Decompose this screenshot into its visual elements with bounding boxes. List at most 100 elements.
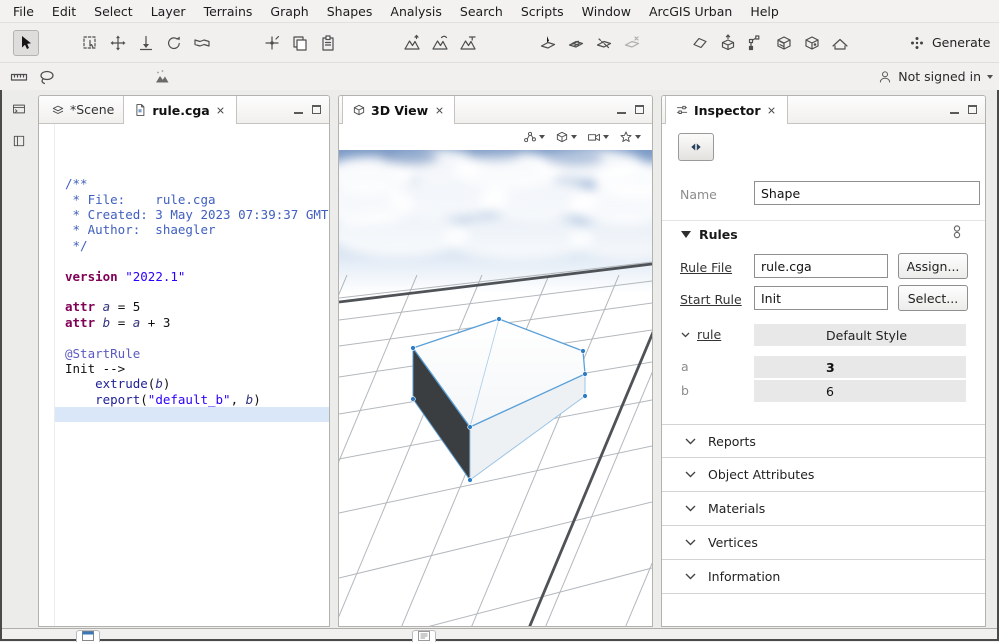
section-menu-icon[interactable] <box>952 224 962 240</box>
inspector-section-header[interactable]: Materials <box>662 492 985 526</box>
rule-subsection-header[interactable]: rule <box>681 327 721 342</box>
menu-item[interactable]: File <box>4 2 43 21</box>
minimize-button[interactable] <box>617 106 626 114</box>
menu-item[interactable]: Terrains <box>195 2 262 21</box>
attribute-row[interactable]: b6 <box>662 380 985 402</box>
cube-icon <box>556 131 568 143</box>
attribute-value[interactable]: 6 <box>754 380 966 402</box>
shape-cleanup-button[interactable] <box>619 30 645 56</box>
lasso-select-button[interactable] <box>34 64 60 90</box>
roof-tool-button[interactable] <box>827 30 853 56</box>
close-tab-button[interactable] <box>215 104 227 116</box>
generate-button[interactable]: Generate <box>900 31 998 55</box>
move-tool-button[interactable] <box>105 30 131 56</box>
terrain-paint-button[interactable] <box>149 64 175 90</box>
select-button[interactable]: Select... <box>898 285 968 311</box>
rotate-tool-button[interactable] <box>161 30 187 56</box>
console-view-button[interactable] <box>8 98 30 120</box>
menu-item[interactable]: Search <box>451 2 512 21</box>
terrain-smooth-button[interactable] <box>427 30 453 56</box>
close-tab-button[interactable] <box>433 104 445 116</box>
menu-item[interactable]: Select <box>85 2 142 21</box>
favorites-button[interactable] <box>616 128 644 146</box>
inspector-section-header[interactable]: Reports <box>662 424 985 458</box>
extrude-tool-button[interactable] <box>715 30 741 56</box>
menu-item[interactable]: ArcGIS Urban <box>640 2 741 21</box>
select-tool-button[interactable] <box>13 29 39 56</box>
shape-subdivide-button[interactable] <box>591 30 617 56</box>
code-line: report("default_b", b) <box>95 391 261 407</box>
tab-rule-cga[interactable]: rule.cga <box>123 96 237 124</box>
rule-file-link[interactable]: Rule File <box>680 260 732 275</box>
tab-3d-view[interactable]: 3D View <box>342 96 456 124</box>
swap-selection-button[interactable] <box>678 133 714 161</box>
start-rule-input[interactable] <box>754 286 888 310</box>
menu-item[interactable]: Scripts <box>512 2 573 21</box>
tab-inspector[interactable]: Inspector <box>665 96 788 124</box>
menu-item[interactable]: Graph <box>261 2 317 21</box>
inspector-section-header[interactable]: Object Attributes <box>662 458 985 492</box>
maximize-button[interactable] <box>312 105 321 114</box>
polygon-face-button[interactable] <box>687 30 713 56</box>
menu-item[interactable]: Layer <box>142 2 195 21</box>
minimize-button[interactable] <box>294 106 303 114</box>
viewport-3d[interactable] <box>339 150 652 627</box>
texture-project-button[interactable] <box>799 30 825 56</box>
terrain-raise-button[interactable] <box>399 30 425 56</box>
inspector-section-header[interactable]: Vertices <box>662 526 985 560</box>
draw-shape-button[interactable] <box>535 30 561 56</box>
section-label: Materials <box>708 501 766 516</box>
paste-button[interactable] <box>315 30 341 56</box>
camera-button[interactable] <box>584 128 612 146</box>
menu-item[interactable]: Analysis <box>381 2 451 21</box>
chevron-down-icon <box>681 332 690 337</box>
duplicate-button[interactable] <box>287 30 313 56</box>
bookmarks-button[interactable] <box>552 128 580 146</box>
texture-cube-button[interactable] <box>771 30 797 56</box>
measure-ruler-button[interactable] <box>6 64 32 90</box>
view-settings-button[interactable] <box>520 128 548 146</box>
menu-item[interactable]: Shapes <box>318 2 382 21</box>
assign-button[interactable]: Assign... <box>898 253 968 279</box>
push-down-button[interactable] <box>133 30 159 56</box>
attribute-row[interactable]: a3 <box>662 356 985 378</box>
maximize-button[interactable] <box>968 105 977 114</box>
maximize-button[interactable] <box>635 105 644 114</box>
menu-item[interactable]: Help <box>741 2 788 21</box>
rule-file-input[interactable] <box>754 254 888 278</box>
edge-vertex-button[interactable] <box>743 30 769 56</box>
menu-item[interactable]: Edit <box>43 2 85 21</box>
rule-link[interactable]: rule <box>697 327 721 342</box>
rules-section-header[interactable]: Rules <box>681 227 738 242</box>
code-editor[interactable]: /** * File: rule.cga * Created: 3 May 20… <box>39 124 329 626</box>
name-input[interactable] <box>754 181 980 205</box>
minimized-tab-2[interactable] <box>412 630 436 642</box>
polygon-face-icon <box>693 37 707 48</box>
code-line <box>39 407 329 423</box>
rectangle-select-icon <box>83 35 96 49</box>
chevron-down-icon <box>685 539 696 546</box>
close-tab-button[interactable] <box>766 104 778 116</box>
cga-file-icon <box>136 104 145 116</box>
start-rule-link[interactable]: Start Rule <box>680 292 742 307</box>
tab-scene[interactable]: *Scene <box>42 96 123 123</box>
transform-gizmo-button[interactable] <box>259 30 285 56</box>
minimize-button[interactable] <box>950 106 959 114</box>
navigator-view-button[interactable] <box>8 130 30 152</box>
terrain-align-button[interactable] <box>455 30 481 56</box>
menu-item[interactable]: Window <box>573 2 640 21</box>
attribute-value[interactable]: 3 <box>754 356 966 378</box>
rectangle-select-button[interactable] <box>77 30 103 56</box>
user-icon <box>880 70 891 83</box>
signin-area[interactable]: Not signed in <box>878 69 999 84</box>
inspector-section-header[interactable]: Information <box>662 560 985 594</box>
minimized-tab-1[interactable] <box>76 630 100 642</box>
move-icon <box>110 35 126 50</box>
panorama-select-button[interactable] <box>189 30 215 56</box>
shape-grid-button[interactable] <box>563 30 589 56</box>
panel-window-buttons <box>617 96 652 123</box>
main-toolbar: Generate <box>0 23 999 62</box>
chevron-down-icon <box>571 135 577 139</box>
tab-label: 3D View <box>371 102 429 118</box>
